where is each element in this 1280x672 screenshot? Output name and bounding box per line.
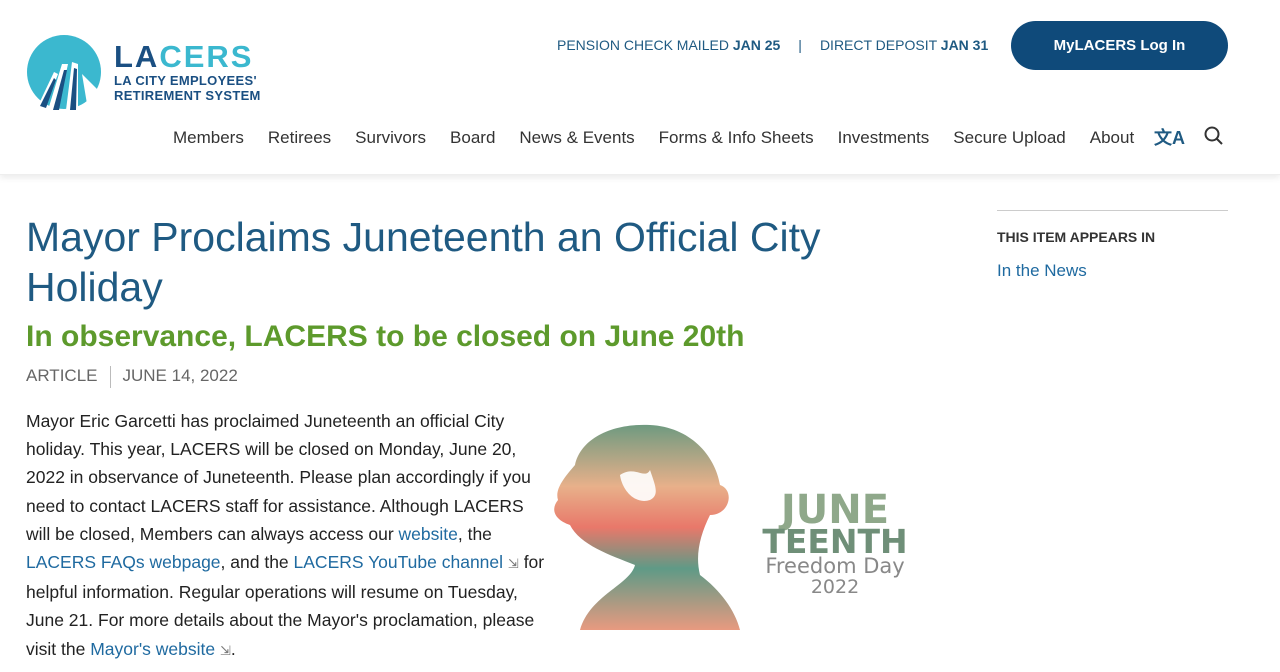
article-body: Mayor Eric Garcetti has proclaimed Junet…: [26, 411, 545, 659]
nav-retirees[interactable]: Retirees: [268, 128, 331, 148]
search-icon[interactable]: [1204, 126, 1224, 146]
main-nav: Members Retirees Survivors Board News & …: [173, 128, 1158, 148]
site-header: LACERS LA CITY EMPLOYEES' RETIREMENT SYS…: [0, 0, 1280, 175]
nav-news-events[interactable]: News & Events: [519, 128, 634, 148]
mayor-website-link[interactable]: Mayor's website: [90, 639, 215, 659]
logo-mark-icon: [27, 35, 102, 110]
faqs-link[interactable]: LACERS FAQs webpage: [26, 552, 221, 572]
sidebar-heading: THIS ITEM APPEARS IN: [997, 229, 1156, 245]
article-subtitle: In observance, LACERS to be closed on Ju…: [26, 320, 745, 353]
page-title: Mayor Proclaims Juneteenth an Official C…: [26, 214, 821, 310]
website-link[interactable]: website: [399, 524, 458, 544]
logo-line2: RETIREMENT SYSTEM: [114, 88, 261, 103]
nav-survivors[interactable]: Survivors: [355, 128, 426, 148]
sidebar: THIS ITEM APPEARS IN In the News: [997, 210, 1228, 281]
article-meta: ARTICLE JUNE 14, 2022: [26, 366, 238, 388]
nav-members[interactable]: Members: [173, 128, 244, 148]
nav-secure-upload[interactable]: Secure Upload: [953, 128, 1065, 148]
article-type: ARTICLE: [26, 366, 98, 385]
lacers-logo[interactable]: LACERS LA CITY EMPLOYEES' RETIREMENT SYS…: [26, 34, 261, 110]
nav-about[interactable]: About: [1090, 128, 1134, 148]
translate-icon[interactable]: 文A: [1154, 124, 1185, 150]
external-link-icon: ⇲: [507, 556, 519, 572]
nav-forms[interactable]: Forms & Info Sheets: [659, 128, 814, 148]
payment-notice: PENSION CHECK MAILED JAN 25 | DIRECT DEP…: [557, 37, 989, 53]
nav-board[interactable]: Board: [450, 128, 495, 148]
article-date: JUNE 14, 2022: [122, 366, 238, 385]
svg-text:Freedom Day: Freedom Day: [765, 554, 904, 578]
in-the-news-link[interactable]: In the News: [997, 261, 1228, 281]
external-link-icon: ⇲: [220, 642, 231, 658]
nav-investments[interactable]: Investments: [838, 128, 930, 148]
youtube-link[interactable]: LACERS YouTube channel: [294, 552, 504, 572]
logo-line1: LA CITY EMPLOYEES': [114, 73, 257, 88]
svg-text:2022: 2022: [811, 576, 859, 598]
mylacers-login-button[interactable]: MyLACERS Log In: [1011, 21, 1228, 70]
juneteenth-image: JUNE TEENTH Freedom Day 2022: [550, 405, 910, 630]
logo-name: LACERS: [114, 39, 254, 74]
